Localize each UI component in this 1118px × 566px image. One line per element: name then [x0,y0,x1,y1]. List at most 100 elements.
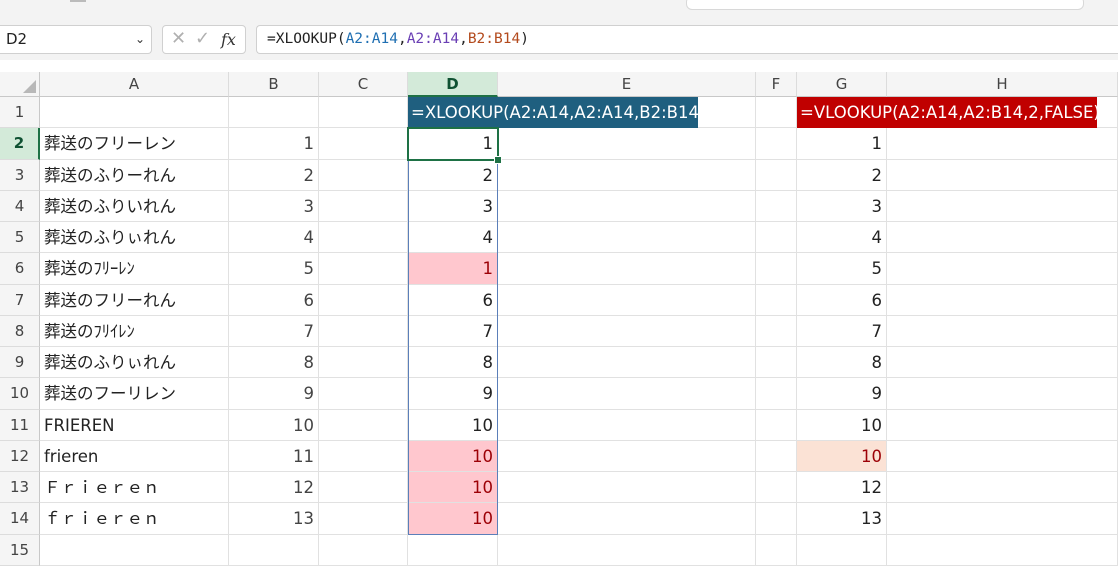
cell-e10[interactable] [498,378,756,410]
cell-d3[interactable]: 2 [408,159,498,191]
cell-a1[interactable] [40,97,229,129]
cell-g10[interactable]: 9 [797,378,887,410]
cell-d14[interactable]: 10 [408,503,498,535]
row-header-2[interactable]: 2 [0,128,40,160]
cell-b15[interactable] [229,534,319,566]
cell-h6[interactable] [887,253,1118,285]
cell-e5[interactable] [498,222,756,254]
cell-f1[interactable] [756,97,797,129]
row-header-11[interactable]: 11 [0,409,40,441]
cell-d15[interactable] [408,534,498,566]
cell-h2[interactable] [887,128,1118,160]
column-header-b[interactable]: B [229,72,319,97]
cell-a3[interactable]: 葬送のふりーれん [40,159,229,191]
cell-a15[interactable] [40,534,229,566]
cell-h10[interactable] [887,378,1118,410]
confirm-icon[interactable]: ✓ [195,28,210,49]
cell-a8[interactable]: 葬送のﾌﾘｲﾚﾝ [40,315,229,347]
row-header-5[interactable]: 5 [0,222,40,254]
cell-g2[interactable]: 1 [797,128,887,160]
cell-g6[interactable]: 5 [797,253,887,285]
row-header-1[interactable]: 1 [0,97,40,129]
cell-e12[interactable] [498,440,756,472]
cell-d4[interactable]: 3 [408,190,498,222]
cell-h14[interactable] [887,503,1118,535]
column-header-g[interactable]: G [797,72,887,97]
cell-d12[interactable]: 10 [408,440,498,472]
cell-b9[interactable]: 8 [229,347,319,379]
cell-b3[interactable]: 2 [229,159,319,191]
cell-a9[interactable]: 葬送のふりぃれん [40,347,229,379]
cancel-icon[interactable]: ✕ [171,28,186,49]
cell-f14[interactable] [756,503,797,535]
cell-g3[interactable]: 2 [797,159,887,191]
cell-c13[interactable] [319,472,408,504]
formula-input[interactable]: =XLOOKUP(A2:A14,A2:A14,B2:B14) [256,25,1118,54]
select-all-corner[interactable] [0,72,40,97]
cell-a2[interactable]: 葬送のフリーレン [40,128,229,160]
cell-d11[interactable]: 10 [408,409,498,441]
cell-e14[interactable] [498,503,756,535]
cell-c9[interactable] [319,347,408,379]
cell-f10[interactable] [756,378,797,410]
cell-d10[interactable]: 9 [408,378,498,410]
cell-f12[interactable] [756,440,797,472]
column-header-f[interactable]: F [756,72,797,97]
cell-b13[interactable]: 12 [229,472,319,504]
cell-b12[interactable]: 11 [229,440,319,472]
cell-b8[interactable]: 7 [229,315,319,347]
cell-g15[interactable] [797,534,887,566]
vlookup-formula-label[interactable]: =VLOOKUP(A2:A14,A2:B14,2,FALSE) [797,97,1097,129]
fill-handle[interactable] [494,155,502,164]
cell-a13[interactable]: Ｆｒｉｅｒｅｎ [40,472,229,504]
cell-g7[interactable]: 6 [797,284,887,316]
cell-h8[interactable] [887,315,1118,347]
cell-h13[interactable] [887,472,1118,504]
cell-f8[interactable] [756,315,797,347]
cell-c2[interactable] [319,128,408,160]
cell-f4[interactable] [756,190,797,222]
name-box[interactable]: D2 ⌄ [0,25,152,54]
row-header-14[interactable]: 14 [0,503,40,535]
cell-c11[interactable] [319,409,408,441]
cell-e13[interactable] [498,472,756,504]
cell-e2[interactable] [498,128,756,160]
cell-b2[interactable]: 1 [229,128,319,160]
row-header-8[interactable]: 8 [0,315,40,347]
cell-b4[interactable]: 3 [229,190,319,222]
column-header-c[interactable]: C [319,72,408,97]
cell-c7[interactable] [319,284,408,316]
cell-a14[interactable]: ｆｒｉｅｒｅｎ [40,503,229,535]
cell-c14[interactable] [319,503,408,535]
cell-b6[interactable]: 5 [229,253,319,285]
cell-c12[interactable] [319,440,408,472]
cell-e15[interactable] [498,534,756,566]
cell-d5[interactable]: 4 [408,222,498,254]
cell-a11[interactable]: FRIEREN [40,409,229,441]
cell-h5[interactable] [887,222,1118,254]
column-header-d[interactable]: D [408,72,498,97]
cell-d6[interactable]: 1 [408,253,498,285]
cell-a5[interactable]: 葬送のふりぃれん [40,222,229,254]
cell-g13[interactable]: 12 [797,472,887,504]
row-header-12[interactable]: 12 [0,440,40,472]
cell-g5[interactable]: 4 [797,222,887,254]
row-header-9[interactable]: 9 [0,347,40,379]
cell-f5[interactable] [756,222,797,254]
insert-function-icon[interactable]: fx [221,30,236,49]
row-header-13[interactable]: 13 [0,472,40,504]
cell-f15[interactable] [756,534,797,566]
cell-h15[interactable] [887,534,1118,566]
cell-c1[interactable] [319,97,408,129]
cell-c4[interactable] [319,190,408,222]
row-header-3[interactable]: 3 [0,159,40,191]
cell-e8[interactable] [498,315,756,347]
cell-b10[interactable]: 9 [229,378,319,410]
cell-f6[interactable] [756,253,797,285]
cell-h9[interactable] [887,347,1118,379]
chevron-down-icon[interactable]: ⌄ [135,26,145,53]
xlookup-formula-label[interactable]: =XLOOKUP(A2:A14,A2:A14,B2:B14) [408,97,698,129]
cell-c10[interactable] [319,378,408,410]
cell-b5[interactable]: 4 [229,222,319,254]
column-header-a[interactable]: A [40,72,229,97]
